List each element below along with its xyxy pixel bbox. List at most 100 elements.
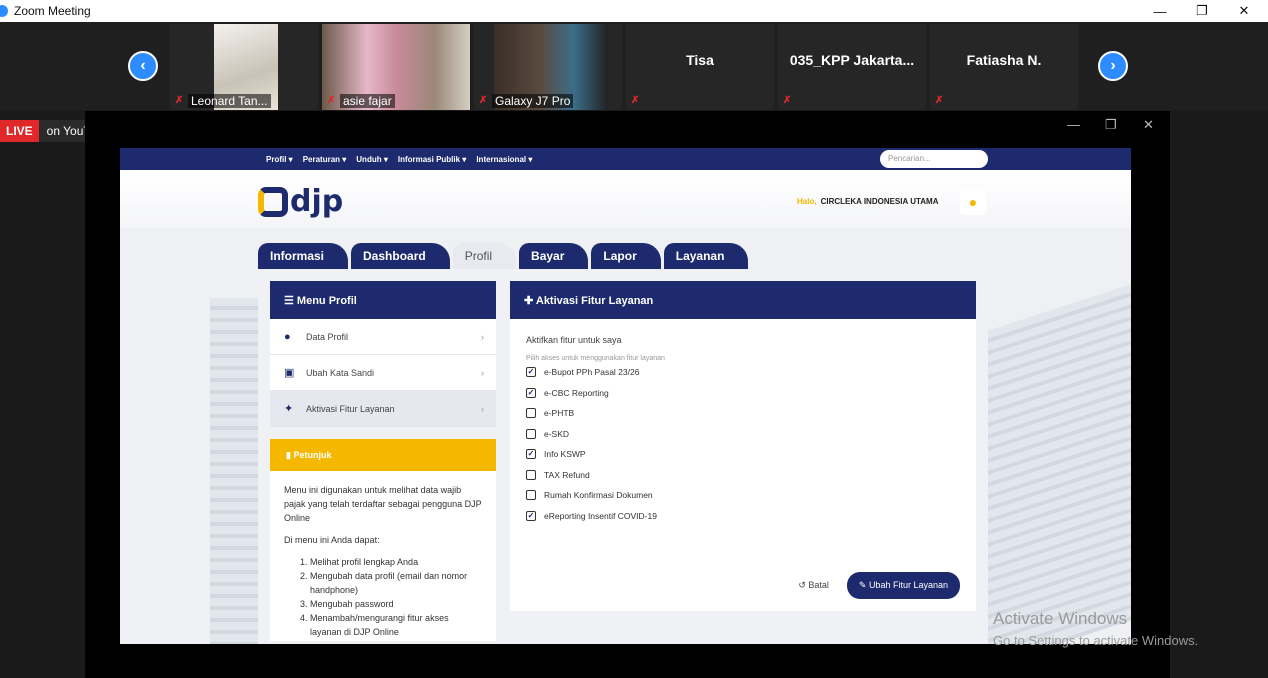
- feature-checkbox-row[interactable]: ✓ e-CBC Reporting: [526, 383, 960, 404]
- menu-item-ubah-kata-sandi[interactable]: ▣ Ubah Kata Sandi ›: [270, 355, 496, 391]
- feature-checkbox-row[interactable]: Rumah Konfirmasi Dokumen: [526, 485, 960, 506]
- gallery-next-button[interactable]: ›: [1098, 51, 1128, 81]
- checkbox-label: e-PHTB: [544, 408, 575, 419]
- submit-label: Ubah Fitur Layanan: [868, 580, 948, 590]
- participant-name: Leonard Tan...: [188, 94, 271, 108]
- hamburger-icon: ☰: [284, 295, 297, 307]
- chevron-left-icon: ‹: [140, 57, 146, 74]
- top-navigation: Profil ▾ Peraturan ▾ Unduh ▾ Informasi P…: [120, 148, 1131, 170]
- participant-tile[interactable]: 035_KPP Jakarta... ✗: [778, 24, 926, 110]
- participant-gallery: ‹ ✗ Leonard Tan... ✗ asie fajar ✗ Galaxy…: [0, 22, 1268, 110]
- menu-item-label: Data Profil: [306, 331, 349, 342]
- aktivasi-header: ✚ Aktivasi Fitur Layanan: [510, 281, 976, 319]
- share-close-button[interactable]: ✕: [1143, 117, 1154, 133]
- checkbox-label: e-Bupot PPh Pasal 23/26: [544, 367, 640, 378]
- feature-checkbox-row[interactable]: ✓ eReporting Insentif COVID-19: [526, 506, 960, 527]
- site-header: djp Halo, CIRCLEKA INDONESIA UTAMA ●: [120, 170, 1131, 228]
- user-avatar-icon[interactable]: ●: [960, 189, 986, 215]
- mic-muted-icon: ✗: [327, 95, 336, 106]
- nav-profil[interactable]: Profil ▾: [266, 155, 293, 164]
- minimize-button[interactable]: —: [1140, 0, 1180, 22]
- menu-profil-header: ☰ Menu Profil: [270, 281, 496, 319]
- menu-item-data-profil[interactable]: ● Data Profil ›: [270, 319, 496, 355]
- feature-checkbox-row[interactable]: TAX Refund: [526, 465, 960, 486]
- participant-tile[interactable]: Fatiasha N. ✗: [930, 24, 1078, 110]
- pin-icon: ✦: [284, 403, 294, 415]
- restore-button[interactable]: ❐: [1182, 0, 1222, 22]
- djp-logo-text: djp: [290, 184, 344, 219]
- participant-tile[interactable]: ✗ Leonard Tan...: [170, 24, 318, 110]
- nav-internasional[interactable]: Internasional ▾: [476, 155, 532, 164]
- nav-informasi-publik[interactable]: Informasi Publik ▾: [398, 155, 466, 164]
- building-background: [985, 284, 1131, 644]
- undo-icon: ↺: [798, 580, 809, 590]
- form-actions: ↺ Batal ✎ Ubah Fitur Layanan: [788, 572, 960, 599]
- share-restore-button[interactable]: ❐: [1105, 117, 1117, 133]
- djp-logo-mark: [258, 186, 288, 217]
- checkbox-checked[interactable]: ✓: [526, 510, 536, 521]
- list-item: Mengubah data profil (email dan nomor ha…: [310, 569, 482, 597]
- gallery-prev-button[interactable]: ‹: [128, 51, 158, 81]
- checkbox-label: Rumah Konfirmasi Dokumen: [544, 490, 653, 501]
- aktivasi-hint: Pilih akses untuk menggunakan fitur laya…: [526, 355, 665, 362]
- nav-unduh[interactable]: Unduh ▾: [356, 155, 388, 164]
- tab-informasi[interactable]: Informasi: [258, 243, 349, 269]
- participant-tile[interactable]: Tisa ✗: [626, 24, 774, 110]
- checkbox-checked[interactable]: ✓: [526, 449, 536, 460]
- participant-tile[interactable]: ✗ Galaxy J7 Pro: [474, 24, 622, 110]
- menu-item-label: Ubah Kata Sandi: [306, 367, 375, 378]
- feature-checkbox-row[interactable]: ✓ e-Bupot PPh Pasal 23/26: [526, 362, 960, 383]
- checkbox-checked[interactable]: ✓: [526, 387, 536, 398]
- menu-item-aktivasi-fitur[interactable]: ✦ Aktivasi Fitur Layanan ›: [270, 391, 496, 427]
- feature-checkbox-row[interactable]: e-SKD: [526, 424, 960, 445]
- zoom-app-icon: [0, 5, 8, 17]
- petunjuk-body: Menu ini digunakan untuk melihat data wa…: [270, 471, 496, 641]
- mic-muted-icon: ✗: [479, 95, 488, 106]
- mic-muted-icon: ✗: [783, 95, 792, 106]
- participant-name: asie fajar: [340, 94, 395, 108]
- tab-dashboard[interactable]: Dashboard: [351, 243, 450, 269]
- list-item: Menambah/mengurangi fitur akses layanan …: [310, 611, 482, 639]
- feature-checkbox-row[interactable]: e-PHTB: [526, 403, 960, 424]
- aktivasi-panel: ✚ Aktivasi Fitur Layanan Aktifkan fitur …: [510, 281, 976, 611]
- tab-layanan[interactable]: Layanan: [663, 243, 749, 269]
- mic-muted-icon: ✗: [175, 95, 184, 106]
- menu-title: Menu Profil: [296, 295, 357, 307]
- checkbox-label: TAX Refund: [544, 469, 590, 480]
- user-icon: ●: [284, 330, 291, 343]
- lock-icon: ▣: [284, 367, 295, 379]
- participant-tile[interactable]: ✗ asie fajar: [322, 24, 470, 110]
- cancel-button[interactable]: ↺ Batal: [788, 574, 839, 597]
- petunjuk-sub: Di menu ini Anda dapat:: [284, 535, 380, 545]
- djp-logo[interactable]: djp: [258, 184, 343, 219]
- cancel-label: Batal: [808, 580, 829, 590]
- content-panel: ☰ Menu Profil ● Data Profil › ▣ Ubah Kat…: [258, 269, 988, 644]
- checkbox-unchecked[interactable]: [526, 469, 536, 480]
- submit-button[interactable]: ✎ Ubah Fitur Layanan: [846, 572, 960, 599]
- checkbox-unchecked[interactable]: [526, 428, 536, 439]
- chevron-right-icon: ›: [481, 367, 484, 378]
- search-input[interactable]: Pencarian...: [880, 150, 988, 168]
- pin-icon: ✚: [524, 295, 536, 307]
- close-button[interactable]: ✕: [1224, 0, 1264, 22]
- windows-watermark-title: Activate Windows: [993, 609, 1128, 628]
- checkbox-label: Info KSWP: [544, 449, 586, 460]
- tab-bayar[interactable]: Bayar: [519, 243, 589, 269]
- tab-profil[interactable]: Profil: [452, 243, 517, 269]
- chevron-right-icon: ›: [481, 403, 484, 414]
- user-greeting: Halo, CIRCLEKA INDONESIA UTAMA: [797, 197, 938, 206]
- tab-lapor[interactable]: Lapor: [591, 243, 661, 269]
- menu-item-label: Aktivasi Fitur Layanan: [306, 403, 395, 414]
- checkbox-unchecked[interactable]: [526, 490, 536, 501]
- share-minimize-button[interactable]: —: [1067, 117, 1080, 132]
- list-item: Melihat profil lengkap Anda: [310, 555, 482, 569]
- checkbox-checked[interactable]: ✓: [526, 367, 536, 378]
- feature-checkbox-row[interactable]: ✓ Info KSWP: [526, 444, 960, 465]
- windows-watermark-subtitle: Go to Settings to activate Windows.: [993, 633, 1199, 648]
- participant-name: Fatiasha N.: [966, 52, 1042, 68]
- nav-peraturan[interactable]: Peraturan ▾: [303, 155, 347, 164]
- greeting-label: Halo,: [797, 197, 817, 206]
- checkbox-label: eReporting Insentif COVID-19: [544, 510, 657, 521]
- user-name: CIRCLEKA INDONESIA UTAMA: [820, 197, 939, 206]
- checkbox-unchecked[interactable]: [526, 408, 536, 419]
